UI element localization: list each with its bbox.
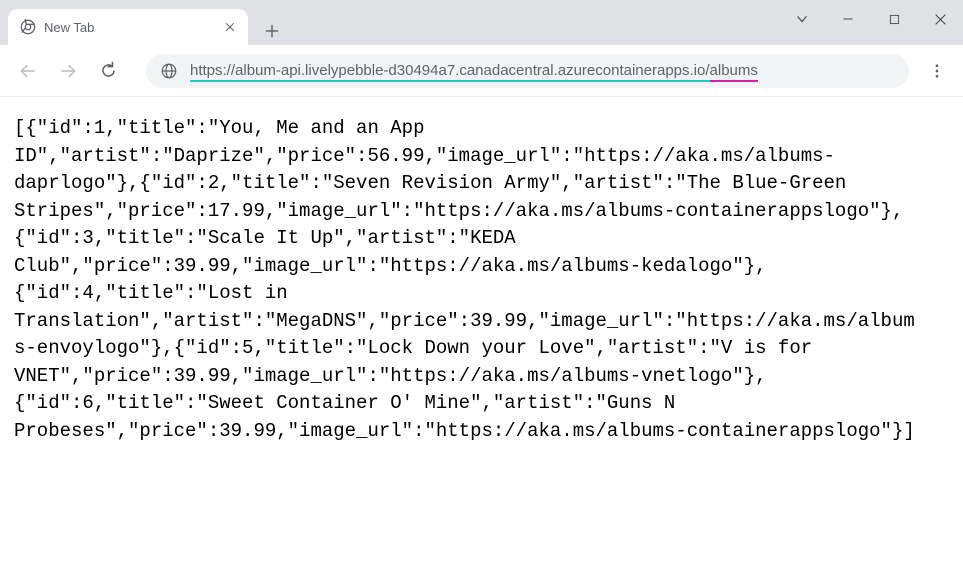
window-minimize-button[interactable]: [825, 0, 871, 38]
chrome-icon: [20, 19, 36, 35]
url-path-segment: albums: [710, 62, 758, 82]
address-bar[interactable]: https://album-api.livelypebble-d30494a7.…: [146, 54, 909, 88]
response-body: [{"id":1,"title":"You, Me and an App ID"…: [0, 97, 932, 464]
browser-tab[interactable]: New Tab: [8, 9, 248, 45]
url-host-segment: https://album-api.livelypebble-d30494a7.…: [190, 62, 710, 82]
tab-close-button[interactable]: [222, 19, 238, 35]
page-viewport[interactable]: [{"id":1,"title":"You, Me and an App ID"…: [0, 97, 963, 569]
back-button[interactable]: [10, 53, 46, 89]
window-caret-button[interactable]: [779, 0, 825, 38]
forward-button[interactable]: [50, 53, 86, 89]
tab-strip: New Tab: [0, 0, 779, 45]
reload-button[interactable]: [90, 53, 126, 89]
site-info-icon[interactable]: [160, 62, 178, 80]
url-text: https://album-api.livelypebble-d30494a7.…: [190, 62, 758, 79]
browser-menu-button[interactable]: [919, 53, 955, 89]
window-controls: [779, 0, 963, 38]
window-titlebar: New Tab: [0, 0, 963, 45]
tab-title: New Tab: [44, 20, 222, 35]
window-maximize-button[interactable]: [871, 0, 917, 38]
browser-toolbar: https://album-api.livelypebble-d30494a7.…: [0, 45, 963, 97]
window-close-button[interactable]: [917, 0, 963, 38]
new-tab-button[interactable]: [258, 17, 286, 45]
